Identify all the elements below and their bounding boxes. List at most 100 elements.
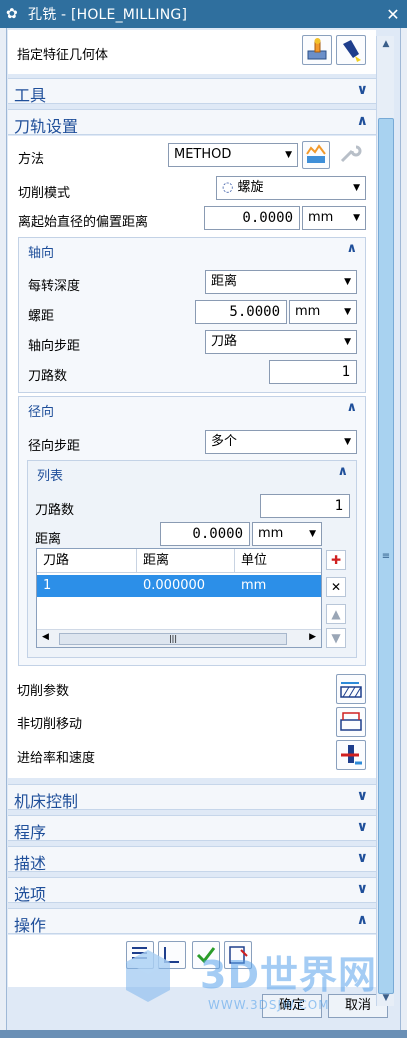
depth-per-rev-label: 每转深度	[28, 279, 81, 294]
list-distance-input[interactable]: 0.0000	[160, 522, 250, 546]
list-icon	[229, 946, 248, 964]
offset-input[interactable]: 0.0000	[204, 206, 300, 230]
taskbar-edge	[0, 1030, 407, 1038]
add-row-icon[interactable]: ✚	[326, 550, 346, 570]
section-program-label: 程序	[14, 823, 47, 842]
confirm-button[interactable]	[192, 941, 220, 969]
method-select[interactable]: METHOD ▼	[168, 143, 298, 167]
depth-per-rev-select[interactable]: 距离 ▼	[205, 270, 357, 294]
chevron-down-icon[interactable]: ∨	[357, 850, 368, 866]
replay-button[interactable]	[158, 941, 186, 969]
axial-step-value: 刀路	[211, 334, 238, 349]
radial-step-select[interactable]: 多个 ▼	[205, 430, 357, 454]
table-horizontal-scrollbar[interactable]: ◀ ||| ▶	[37, 629, 321, 647]
vertical-scroll-thumb[interactable]: ≡	[378, 118, 394, 994]
section-options[interactable]: 选项 ∨	[8, 877, 376, 904]
list-distance-unit-select[interactable]: mm ▼	[252, 522, 322, 546]
column-header[interactable]: 距离	[137, 549, 235, 573]
table-cell: 0.000000	[143, 578, 206, 593]
scroll-right-icon[interactable]: ▶	[309, 632, 316, 642]
noncut-moves-icon	[340, 712, 362, 731]
chevron-up-icon[interactable]: ∧	[357, 912, 368, 928]
move-down-icon[interactable]: ▼	[326, 628, 346, 648]
axial-group: 轴向 ∧ 每转深度 距离 ▼ 螺距 5.0000 mm ▼ 轴向步距 刀路 ▼ 刀路数…	[18, 237, 366, 393]
list-header[interactable]: 列表 ∧	[28, 461, 356, 485]
method-label: 方法	[18, 152, 45, 167]
table-scroll-thumb[interactable]: |||	[59, 633, 287, 645]
ok-button[interactable]: 确定	[262, 994, 322, 1018]
scroll-up-icon[interactable]: ▲	[377, 36, 395, 52]
section-machine-control[interactable]: 机床控制 ∨	[8, 784, 376, 811]
table-row[interactable]: 1 0.000000 mm	[37, 575, 321, 597]
close-icon[interactable]: ✕	[379, 5, 407, 24]
gear-icon[interactable]: ✿	[6, 6, 28, 22]
cut-mode-label: 切削模式	[18, 186, 71, 201]
table-cell: mm	[241, 578, 267, 593]
pitch-unit-select[interactable]: mm ▼	[289, 300, 357, 324]
display-geometry-button[interactable]	[336, 35, 366, 65]
section-machine-label: 机床控制	[14, 792, 79, 811]
list-button[interactable]	[224, 941, 252, 969]
pitch-input[interactable]: 5.0000	[195, 300, 287, 324]
axial-step-select[interactable]: 刀路 ▼	[205, 330, 357, 354]
chevron-down-icon[interactable]: ∨	[357, 819, 368, 835]
edit-method-button[interactable]	[302, 141, 330, 169]
pass-table: 刀路 距离 单位 1 0.000000 mm ◀ ||| ▶	[36, 548, 322, 648]
vertical-scrollbar[interactable]: ▲ ≡ ▼	[376, 36, 394, 1006]
cut-params-button[interactable]	[336, 674, 366, 704]
cut-mode-select[interactable]: ◌ 螺旋 ▼	[216, 176, 366, 200]
check-icon	[196, 947, 216, 964]
flashlight-icon	[343, 40, 361, 62]
scroll-down-icon[interactable]: ▼	[377, 990, 395, 1006]
chevron-down-icon[interactable]: ∨	[357, 881, 368, 897]
offset-unit-select[interactable]: mm ▼	[302, 206, 366, 230]
chevron-down-icon[interactable]: ∨	[357, 788, 368, 804]
section-toolpath[interactable]: 刀轨设置 ∧	[8, 109, 376, 136]
generate-button[interactable]	[126, 941, 154, 969]
radial-title: 径向	[28, 405, 55, 420]
chevron-up-icon[interactable]: ∧	[346, 400, 357, 415]
section-actions[interactable]: 操作 ∧	[8, 908, 376, 935]
chevron-down-icon[interactable]: ∨	[357, 82, 368, 98]
cut-params-icon	[340, 682, 362, 698]
chevron-up-icon[interactable]: ∧	[357, 113, 368, 129]
section-toolpath-label: 刀轨设置	[14, 117, 79, 136]
section-program[interactable]: 程序 ∨	[8, 815, 376, 842]
radial-step-value: 多个	[211, 434, 238, 449]
generate-icon	[132, 947, 147, 959]
section-tools-label: 工具	[14, 86, 47, 105]
column-header[interactable]: 单位	[235, 549, 321, 573]
column-header[interactable]: 刀路	[37, 549, 137, 573]
axial-header[interactable]: 轴向 ∧	[19, 238, 365, 262]
section-describe[interactable]: 描述 ∨	[8, 846, 376, 873]
list-distance-label: 距离	[35, 532, 62, 547]
axial-step-label: 轴向步距	[28, 339, 81, 354]
table-cell: 1	[43, 578, 52, 593]
geometry-panel: 指定特征几何体	[8, 30, 376, 74]
chevron-up-icon[interactable]: ∧	[346, 241, 357, 256]
axial-passes-input[interactable]: 1	[269, 360, 357, 384]
pitch-unit-value: mm	[295, 304, 321, 319]
list-passes-label: 刀路数	[35, 503, 75, 518]
noncut-moves-button[interactable]	[336, 707, 366, 737]
pitch-label: 螺距	[28, 309, 55, 324]
feeds-speeds-button[interactable]	[336, 740, 366, 770]
actions-panel	[8, 935, 376, 987]
scroll-left-icon[interactable]: ◀	[42, 632, 49, 642]
offset-label: 离起始直径的偏置距离	[18, 215, 149, 230]
cut-params-label: 切削参数	[17, 684, 70, 699]
select-geometry-button[interactable]	[302, 35, 332, 65]
radial-header[interactable]: 径向 ∧	[19, 397, 365, 421]
spiral-icon: ◌	[222, 180, 238, 195]
section-tools[interactable]: 工具 ∨	[8, 78, 376, 105]
chevron-up-icon[interactable]: ∧	[337, 464, 348, 479]
offset-unit-value: mm	[308, 210, 334, 225]
axial-title: 轴向	[28, 246, 55, 261]
list-passes-input[interactable]: 1	[260, 494, 350, 518]
background-strip-right	[401, 28, 407, 1038]
feeds-speeds-icon	[341, 745, 362, 765]
move-up-icon[interactable]: ▲	[326, 604, 346, 624]
delete-row-icon[interactable]: ✕	[326, 577, 346, 597]
wrench-icon[interactable]	[336, 141, 364, 169]
noncut-moves-label: 非切削移动	[17, 717, 83, 732]
